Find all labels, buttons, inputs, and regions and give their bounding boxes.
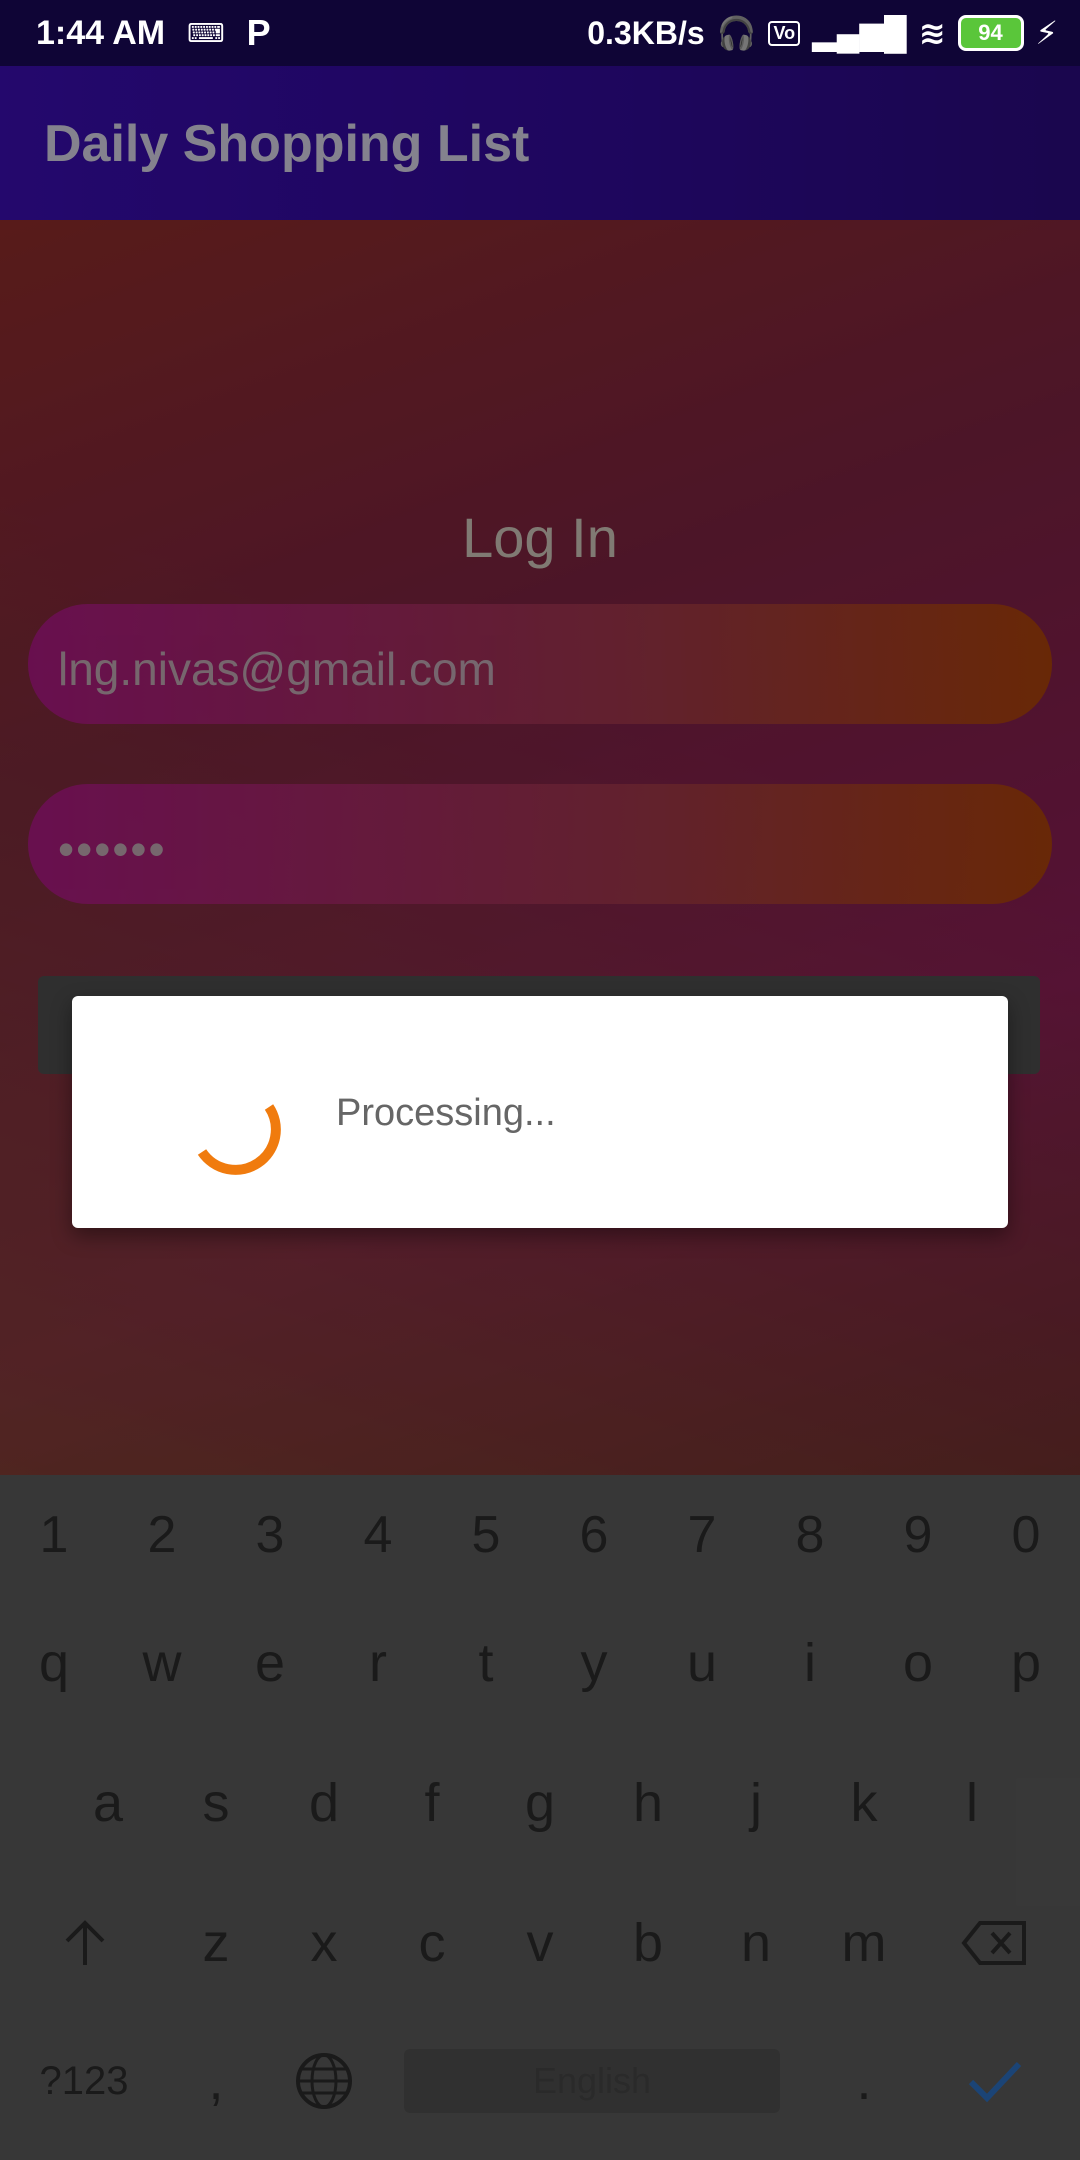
volte-icon: Vo	[768, 20, 801, 46]
progress-message: Processing...	[336, 1092, 556, 1134]
status-time: 1:44 AM	[36, 13, 166, 52]
charging-icon: ⚡	[1035, 15, 1058, 51]
battery-icon: 94	[957, 15, 1024, 51]
net-speed: 0.3KB/s	[587, 14, 705, 51]
headset-icon: 🎧	[716, 15, 757, 51]
keyboard-indicator-icon: ⌨	[187, 17, 225, 48]
wifi-icon: ≋	[918, 15, 946, 51]
battery-level: 94	[978, 20, 1003, 45]
signal-icon: ▂▄▆█	[812, 15, 907, 51]
progress-dialog: Processing...	[72, 996, 1008, 1228]
status-bar: 1:44 AM ⌨ P 0.3KB/s 🎧 Vo ▂▄▆█ ≋ 94 ⚡	[0, 0, 1080, 66]
loading-spinner-icon	[197, 1104, 281, 1175]
parking-icon: P	[246, 12, 271, 53]
